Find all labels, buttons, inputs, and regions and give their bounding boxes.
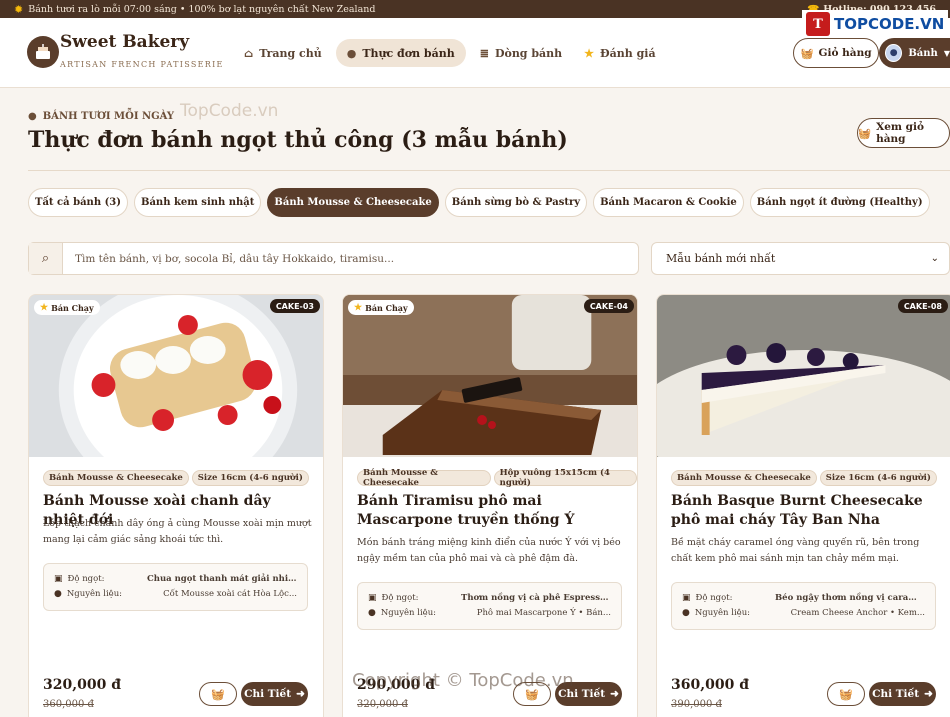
product-name[interactable]: Bánh Basque Burnt Cheesecake phô mai chá… [671,492,941,530]
product-description: Lớp thạch chanh dây óng ả cùng Mousse xo… [43,518,312,545]
basket-icon: 🧺 [211,687,225,701]
cube-icon: ▣ [368,593,377,603]
tab-mousse-cheesecake[interactable]: Bánh Mousse & Cheesecake [267,188,439,217]
cookie-icon: ● [28,111,37,122]
ingredients-value: Phô mai Mascarpone Ý • Bán... [476,608,611,618]
watermark-text: TopCode.vn [180,101,279,121]
tab-croissant-pastry[interactable]: Bánh sừng bò & Pastry [444,188,588,217]
add-to-cart-button[interactable]: 🧺 [827,682,865,706]
cube-icon: ▣ [54,574,63,584]
old-price: 360,000 đ [43,699,94,710]
nav-item-home[interactable]: ⌂ Trang chủ [236,39,330,67]
size-tag: Hộp vuông 15x15cm (4 người) [493,468,637,488]
category-tag: Bánh Mousse & Cheesecake [671,470,817,486]
category-tag: Bánh Mousse & Cheesecake [357,468,491,488]
size-tag: Size 16cm (4-6 người) [819,470,937,486]
user-menu-button[interactable]: ● Bánh ▼ [879,38,950,68]
tab-all[interactable]: Tất cả bánh (3) [28,188,128,217]
topcode-logo-icon: T [806,12,830,36]
nav-item-reviews[interactable]: ★ Đánh giá [576,39,663,67]
sort-select[interactable]: Mẫu bánh mới nhất ⌄ [651,242,950,275]
bestseller-badge: ★ Bán Chạy [348,300,414,315]
size-tag: Size 16cm (4-6 người) [191,470,309,486]
product-name[interactable]: Bánh Tiramisu phô mai Mascarpone truyền … [357,492,627,530]
tab-macaron-cookie[interactable]: Bánh Macaron & Cookie [593,188,744,217]
sweetness-value: Chua ngọt thanh mát giải nhiệt [147,574,297,584]
sweetness-value: Béo ngậy thơm nồng vị caramel cháy [775,593,925,603]
brand-tagline: ARTISAN FRENCH PATISSERIE [60,60,224,69]
arrow-right-icon: ➜ [610,688,619,700]
product-price: 360,000 đ [671,677,749,693]
product-info-box: ▣Độ ngọt:Thơm nồng vị cà phê Espresso & … [357,582,622,630]
cube-icon: ▣ [682,593,691,603]
old-price: 390,000 đ [671,699,722,710]
search-icon[interactable]: ⌕ [29,243,63,274]
product-code-badge: CAKE-04 [583,299,634,313]
layers-icon: ≣ [479,46,489,60]
avatar: ● [885,44,903,62]
old-price: 320,000 đ [357,699,408,710]
announcement-text: Bánh tươi ra lò mỗi 07:00 sáng • 100% bơ… [28,3,376,15]
ingredients-value: Cream Cheese Anchor • Kem... [790,608,925,618]
divider [28,170,950,171]
watermark-logo: T TOPCODE.VN [802,10,949,38]
arrow-right-icon: ➜ [296,688,305,700]
product-card: ★ Bán Chạy CAKE-03 Bánh Mousse & Cheeseca… [28,294,324,717]
cookie-icon: ● [368,608,376,618]
search-input[interactable] [63,243,638,274]
basket-icon: 🧺 [858,127,872,140]
bestseller-badge: ★ Bán Chạy [34,300,100,315]
view-cart-button[interactable]: 🧺 Xem giỏ hàng [857,118,950,148]
page-title: Thực đơn bánh ngọt thủ công (3 mẫu bánh) [28,127,568,153]
ingredients-value: Cốt Mousse xoài cát Hòa Lộc... [163,589,297,599]
product-description: Bề mặt cháy caramel óng vàng quyến rũ, b… [671,537,920,564]
product-card: CAKE-08 Bánh Mousse & Cheesecake Size 16c… [656,294,950,717]
chevron-down-icon: ⌄ [930,253,939,264]
section-eyebrow: ● BÁNH TƯƠI MỖI NGÀY [28,111,175,122]
cart-button[interactable]: 🧺 Giỏ hàng [793,38,879,68]
nav-item-collections[interactable]: ≣ Dòng bánh [472,39,570,67]
product-code-badge: CAKE-08 [897,299,948,313]
product-image[interactable] [343,295,637,457]
main-nav: ⌂ Trang chủ ● Thực đơn bánh ≣ Dòng bánh ★ Đá… [236,39,664,67]
chevron-down-icon: ▼ [943,48,950,58]
cookie-icon: ● [346,46,357,60]
product-image[interactable] [657,295,950,457]
tab-birthday-cake[interactable]: Bánh kem sinh nhật [134,188,262,217]
product-price: 320,000 đ [43,677,121,693]
category-tabs: Tất cả bánh (3) Bánh kem sinh nhật Bánh … [28,188,930,217]
add-to-cart-button[interactable]: 🧺 [199,682,237,706]
product-info-box: ▣Độ ngọt:Béo ngậy thơm nồng vị caramel c… [671,582,936,630]
arrow-right-icon: ➜ [924,688,933,700]
star-icon: ★ [584,46,595,60]
cookie-icon: ● [54,589,62,599]
sweetness-value: Thơm nồng vị cà phê Espresso & Rượu Rh..… [461,593,611,603]
tab-healthy[interactable]: Bánh ngọt ít đường (Healthy) [749,188,930,217]
detail-button[interactable]: Chi Tiết ➜ [869,682,936,706]
cookie-icon: ● [682,608,690,618]
nav-item-menu[interactable]: ● Thực đơn bánh [335,39,466,67]
star-icon: ★ [354,302,363,313]
detail-button[interactable]: Chi Tiết ➜ [241,682,308,706]
basket-icon: 🧺 [800,47,814,60]
bakery-logo-icon[interactable] [27,36,59,68]
home-icon: ⌂ [244,46,254,60]
category-tag: Bánh Mousse & Cheesecake [43,470,189,486]
brand-name[interactable]: Sweet Bakery [60,32,189,52]
sun-icon: ✹ [14,2,24,16]
product-card: ★ Bán Chạy CAKE-04 Bánh Mousse & Cheeseca… [342,294,638,717]
copyright-watermark: Copyright © TopCode.vn [352,670,574,691]
product-description: Món bánh tráng miệng kinh điển của nước … [357,537,621,564]
product-code-badge: CAKE-03 [269,299,320,313]
product-info-box: ▣ Độ ngọt: Chua ngọt thanh mát giải nhiệt … [43,563,308,611]
product-image[interactable] [29,295,323,457]
basket-icon: 🧺 [839,687,853,701]
star-icon: ★ [40,302,49,313]
search-bar: ⌕ [28,242,639,275]
